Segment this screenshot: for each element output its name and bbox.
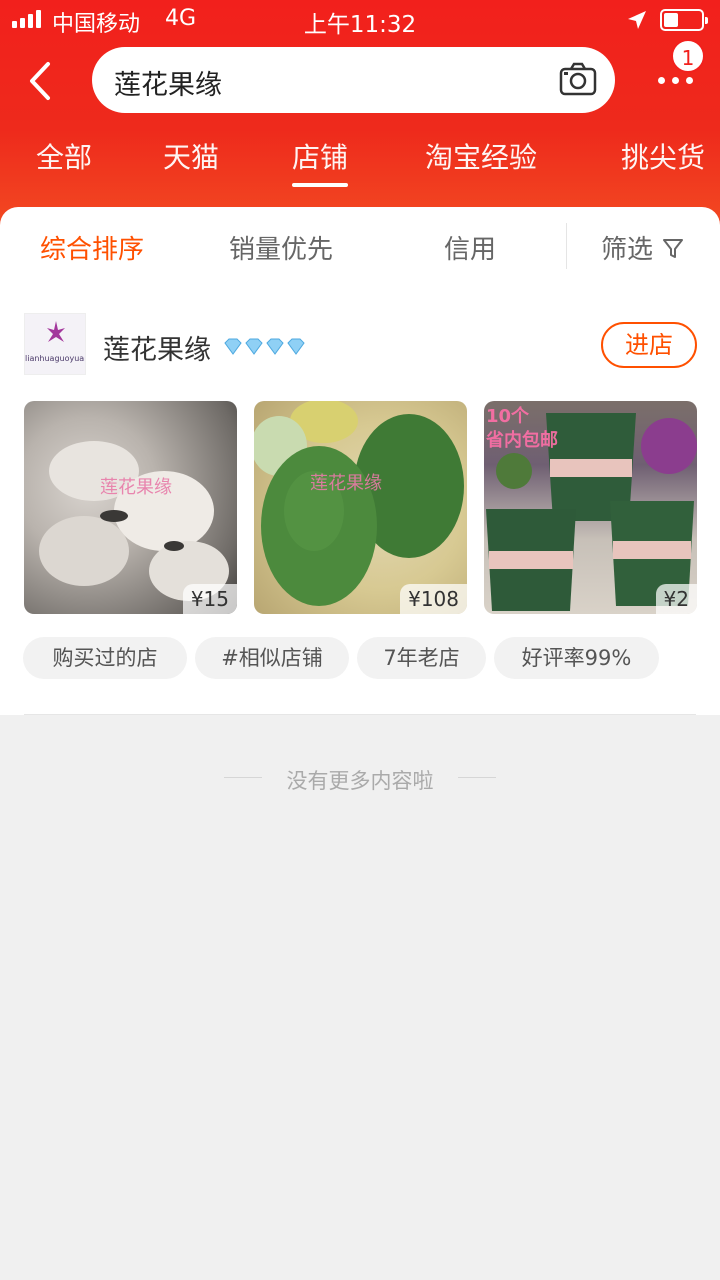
tab-all[interactable]: 全部 — [36, 136, 92, 176]
sort-credit[interactable]: 信用 — [444, 229, 496, 266]
battery-icon — [660, 9, 708, 31]
list-divider — [24, 714, 696, 715]
lotus-logo-icon — [47, 321, 65, 342]
shop-name[interactable]: 莲花果缘 — [103, 328, 211, 367]
product-card[interactable]: 莲花果缘 ¥108 — [254, 401, 467, 614]
sort-overall[interactable]: 综合排序 — [40, 229, 144, 266]
product-price: ¥108 — [400, 584, 467, 614]
sort-bar: 综合排序 销量优先 信用 筛选 — [0, 207, 720, 287]
tag-similar-shops[interactable]: #相似店铺 — [195, 637, 349, 679]
shop-header[interactable]: lianhuaguoyuan 莲花果缘 进店 — [0, 307, 720, 387]
tag-shop-age[interactable]: 7年老店 — [357, 637, 486, 679]
status-time: 上午11:32 — [303, 12, 417, 38]
tab-shops[interactable]: 店铺 — [292, 136, 348, 176]
search-header: 中国移动 4G 上午11:32 莲花果缘 1 全部 天猫 店铺 淘宝经验 挑尖货 — [0, 0, 720, 235]
filter-button[interactable]: 筛选 — [601, 229, 653, 266]
no-more-content: 没有更多内容啦 — [286, 769, 434, 793]
location-arrow-icon — [628, 11, 646, 29]
tab-taobao-experience[interactable]: 淘宝经验 — [425, 136, 537, 176]
enter-shop-button[interactable]: 进店 — [601, 322, 697, 368]
product-image — [254, 401, 464, 606]
shop-products: 莲花果缘 ¥15 莲花果缘 ¥108 10个 省内包邮 ¥2 — [0, 401, 720, 615]
product-price: ¥15 — [182, 584, 237, 614]
message-badge: 1 — [671, 39, 705, 73]
product-card[interactable]: 莲花果缘 ¥15 — [24, 401, 237, 614]
product-watermark: 10个 省内包邮 — [486, 406, 558, 451]
active-tab-indicator — [292, 183, 348, 187]
filter-icon[interactable] — [662, 237, 684, 259]
sort-sales[interactable]: 销量优先 — [229, 229, 333, 266]
shop-logo[interactable]: lianhuaguoyuan — [24, 313, 86, 375]
search-query: 莲花果缘 — [114, 70, 222, 101]
shop-logo-caption: lianhuaguoyuan — [25, 354, 86, 363]
sort-divider — [566, 223, 567, 269]
product-image — [39, 441, 229, 601]
camera-icon[interactable] — [559, 61, 597, 97]
status-bar: 中国移动 4G 上午11:32 — [0, 0, 720, 40]
tab-tmall[interactable]: 天猫 — [163, 136, 219, 176]
product-watermark: 莲花果缘 — [310, 473, 382, 494]
product-watermark: 莲花果缘 — [100, 477, 172, 498]
shop-tags: 购买过的店 #相似店铺 7年老店 好评率99% — [0, 637, 720, 679]
product-card[interactable]: 10个 省内包邮 ¥2 — [484, 401, 697, 614]
footer-line-right — [458, 777, 496, 778]
back-arrow-icon[interactable] — [22, 60, 58, 102]
search-input[interactable]: 莲花果缘 — [92, 47, 615, 113]
tag-rating[interactable]: 好评率99% — [494, 637, 659, 679]
diamond-rating-icon — [224, 338, 305, 355]
results-panel: 综合排序 销量优先 信用 筛选 lianhuaguoyuan 莲花果缘 进店 莲… — [0, 207, 720, 715]
product-price: ¥2 — [655, 584, 697, 614]
category-tabs: 全部 天猫 店铺 淘宝经验 挑尖货 — [0, 136, 720, 192]
tab-premium-goods[interactable]: 挑尖货 — [621, 136, 705, 176]
tag-purchased[interactable]: 购买过的店 — [23, 637, 187, 679]
